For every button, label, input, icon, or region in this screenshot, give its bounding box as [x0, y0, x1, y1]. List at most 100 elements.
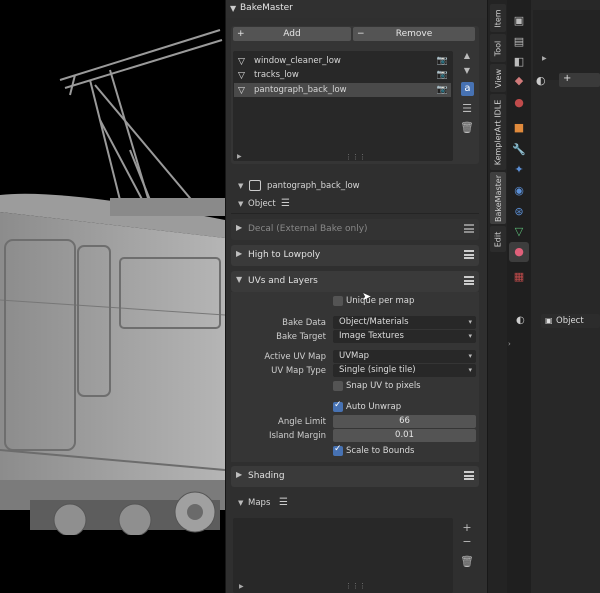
- section-high-to-lowpoly[interactable]: ▶ High to Lowpoly: [231, 245, 479, 266]
- menu-icon[interactable]: [464, 471, 474, 480]
- add-slot-button[interactable]: +: [559, 73, 600, 87]
- resize-grip-icon[interactable]: ⋮⋮⋮: [345, 153, 366, 161]
- mouse-cursor-icon: ➤: [362, 290, 372, 303]
- expand-arrow-icon[interactable]: ▶: [542, 55, 547, 62]
- tab-item[interactable]: Item: [490, 4, 506, 32]
- tab-tool[interactable]: Tool: [490, 34, 506, 62]
- active-object-name: pantograph_back_low: [267, 181, 360, 191]
- collapse-side-arrow-icon[interactable]: ›: [508, 340, 511, 348]
- tab-edit[interactable]: Edit: [490, 226, 506, 252]
- scale-to-bounds-checkbox[interactable]: [333, 444, 343, 456]
- object-list-icon[interactable]: ☰: [281, 198, 290, 209]
- camera-icon[interactable]: 📷: [437, 68, 448, 82]
- object-mode-dropdown[interactable]: ▣ Object: [541, 314, 600, 328]
- modifier-wrench-icon[interactable]: 🔧: [512, 143, 526, 156]
- shading-mode-icon[interactable]: ◐: [516, 315, 525, 326]
- panel-header[interactable]: ▼ BakeMaster: [226, 0, 487, 18]
- chevron-down-icon: ▾: [468, 366, 472, 374]
- expand-list-arrow-icon[interactable]: ▶: [237, 153, 242, 160]
- physics-icon[interactable]: ◉: [512, 184, 526, 197]
- camera-icon[interactable]: 📷: [437, 83, 448, 97]
- collapse-arrow-icon: ▼: [236, 275, 243, 284]
- view-layer-icon[interactable]: ◧: [512, 55, 526, 68]
- expand-arrow-icon: ▶: [236, 223, 243, 232]
- menu-icon[interactable]: [464, 224, 474, 233]
- list-item-window-cleaner[interactable]: ▽ window_cleaner_low 📷: [234, 54, 451, 68]
- object-mode-icon: ▣: [545, 316, 553, 325]
- sidebar-tabs: Item Tool View KemplerArt IDLE BakeMaste…: [487, 0, 507, 593]
- angle-limit-label: Angle Limit: [278, 417, 326, 427]
- snap-uv-checkbox[interactable]: [333, 381, 343, 391]
- section-uvs-and-layers[interactable]: ▼ UVs and Layers: [231, 271, 479, 292]
- angle-limit-field[interactable]: 66: [333, 415, 476, 428]
- tab-kemplerart-idle[interactable]: KemplerArt IDLE: [490, 94, 506, 170]
- object-icon[interactable]: ■: [512, 121, 526, 134]
- trash-icon[interactable]: 🗑: [460, 121, 474, 134]
- resize-grip-icon[interactable]: ⋮⋮⋮: [345, 582, 366, 590]
- uv-map-type-dropdown[interactable]: Single (single tile) ▾: [333, 364, 476, 377]
- world-icon[interactable]: ●: [512, 96, 526, 109]
- list-item-tracks[interactable]: ▽ tracks_low 📷: [234, 68, 451, 82]
- tab-bakemaster[interactable]: BakeMaster: [490, 172, 506, 224]
- add-button[interactable]: + Add: [233, 27, 351, 41]
- section-decal[interactable]: ▶ Decal (External Bake only): [231, 219, 479, 240]
- 3d-viewport[interactable]: [0, 0, 225, 593]
- bake-data-dropdown[interactable]: Object/Materials ▾: [333, 316, 476, 329]
- island-margin-label: Island Margin: [268, 431, 326, 441]
- particles-icon[interactable]: ✦: [512, 163, 526, 176]
- expand-arrow-icon: ▶: [236, 470, 243, 479]
- chevron-down-icon: ▾: [468, 332, 472, 340]
- properties-editor: ▣ ▤ ◧ ◆ ● ■ 🔧 ✦ ◉ ⊛ ▽ ● ▦ ▶ ◐ + ◐ ▣ Obje…: [507, 0, 600, 593]
- bake-target-dropdown[interactable]: Image Textures ▾: [333, 330, 476, 343]
- add-map-icon[interactable]: +: [460, 521, 474, 534]
- move-up-icon[interactable]: ▲: [460, 51, 474, 60]
- maps-list[interactable]: [233, 518, 453, 593]
- scale-to-bounds-label: Scale to Bounds: [346, 446, 415, 456]
- expand-arrow-icon[interactable]: ▼: [238, 182, 243, 190]
- menu-icon[interactable]: [464, 276, 474, 285]
- island-margin-field[interactable]: 0.01: [333, 429, 476, 442]
- object-collapse-arrow-icon[interactable]: ▼: [238, 200, 243, 208]
- divider: [231, 213, 479, 214]
- object-data-icon[interactable]: ▽: [512, 225, 526, 238]
- section-shading[interactable]: ▶ Shading: [231, 466, 479, 487]
- tab-view[interactable]: View: [490, 64, 506, 92]
- output-icon[interactable]: ▤: [512, 35, 526, 48]
- object-label: Object: [248, 199, 276, 209]
- render-icon[interactable]: ▣: [512, 14, 526, 27]
- maps-list-icon[interactable]: ☰: [279, 497, 288, 508]
- list-item-pantograph[interactable]: ▽ pantograph_back_low 📷: [234, 83, 451, 97]
- trash-icon[interactable]: 🗑: [460, 555, 474, 568]
- mesh-triangle-icon: ▽: [238, 71, 245, 81]
- maps-collapse-arrow-icon[interactable]: ▼: [238, 499, 243, 507]
- uv-map-type-label: UV Map Type: [271, 366, 326, 376]
- unique-per-map-checkbox[interactable]: [333, 296, 343, 306]
- remove-button[interactable]: − Remove: [353, 27, 475, 41]
- material-icon: ●: [514, 245, 524, 258]
- menu-icon[interactable]: [464, 250, 474, 259]
- minus-icon: −: [357, 29, 365, 39]
- active-uv-label: Active UV Map: [264, 352, 326, 362]
- scene-icon[interactable]: ◆: [512, 74, 526, 87]
- auto-unwrap-checkbox[interactable]: [333, 400, 343, 412]
- camera-icon[interactable]: 📷: [437, 54, 448, 68]
- active-uv-dropdown[interactable]: UVMap ▾: [333, 350, 476, 363]
- panel-title: BakeMaster: [240, 3, 293, 13]
- auto-unwrap-label: Auto Unwrap: [346, 402, 402, 412]
- properties-tab-strip: [507, 0, 531, 593]
- texture-icon[interactable]: ▦: [512, 270, 526, 283]
- maps-label: Maps: [248, 498, 271, 508]
- list-menu-icon[interactable]: ☰: [460, 102, 474, 115]
- material-tab-active[interactable]: ●: [509, 242, 529, 262]
- constraints-icon[interactable]: ⊛: [512, 205, 526, 218]
- move-down-icon[interactable]: ▼: [460, 66, 474, 75]
- object-data-icon: [249, 180, 261, 191]
- expand-list-arrow-icon[interactable]: ▶: [239, 583, 244, 590]
- filter-icon[interactable]: ◐: [536, 74, 546, 87]
- remove-map-icon[interactable]: −: [460, 535, 474, 548]
- tram-model-render: [0, 29, 225, 593]
- text-style-a-icon[interactable]: a: [461, 82, 474, 96]
- mesh-triangle-icon: ▽: [238, 86, 245, 96]
- chevron-down-icon: ▾: [468, 318, 472, 326]
- outliner-area[interactable]: [533, 10, 600, 80]
